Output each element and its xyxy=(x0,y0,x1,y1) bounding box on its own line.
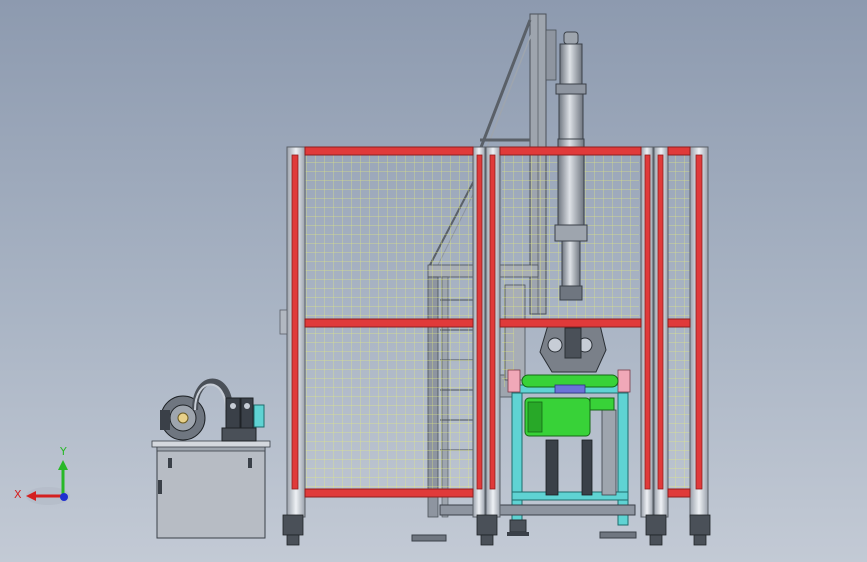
y-axis-arrowhead xyxy=(58,460,68,470)
x-axis-label: X xyxy=(14,488,22,501)
gripper-assembly[interactable] xyxy=(539,324,607,373)
assembly-drawing[interactable] xyxy=(0,0,867,562)
cad-graphics-viewport[interactable]: Y X xyxy=(0,0,867,562)
leveling-feet xyxy=(282,514,711,546)
coordinate-triad: Y X xyxy=(14,445,70,505)
y-axis-label: Y xyxy=(59,445,67,458)
base-frame xyxy=(411,504,637,542)
valve-block[interactable] xyxy=(221,397,265,442)
hydraulic-power-unit[interactable] xyxy=(151,378,271,539)
z-axis-dot xyxy=(60,493,68,501)
